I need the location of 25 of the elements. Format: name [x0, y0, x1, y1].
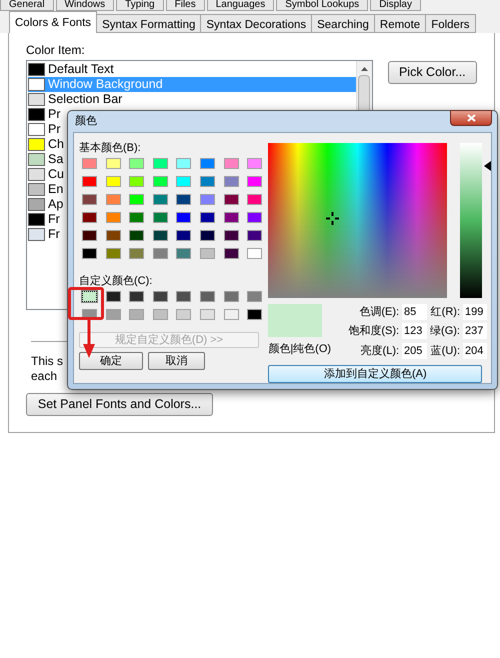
item-label: Default Text — [48, 61, 114, 78]
item-label: En — [48, 181, 64, 198]
field-label: 色调(E): — [358, 304, 400, 320]
item-label: Ch — [48, 136, 64, 154]
item-label: Sa — [48, 151, 64, 168]
description-text: each — [30, 369, 58, 384]
field-label: 亮度(L): — [360, 344, 400, 358]
field-label: 饱和度(S): — [348, 324, 400, 339]
field-label: 蓝(U): — [430, 344, 460, 358]
item-label: Fr — [48, 211, 60, 228]
field-label: 红(R): — [430, 304, 460, 320]
item-label: Selection Bar — [48, 91, 122, 108]
item-label: Window Background — [48, 76, 163, 94]
item-label: Cu — [48, 166, 64, 184]
item-label: Ap — [48, 196, 64, 214]
description-text: This s — [30, 354, 64, 369]
section-label: 自定义颜色(C): — [79, 274, 152, 286]
field-label: 绿(G): — [430, 324, 460, 339]
item-label: Pr — [48, 121, 60, 138]
dialog-title: 颜色 — [74, 114, 97, 129]
item-label: Pr — [48, 106, 60, 124]
preview-label: 颜色|纯色(O) — [268, 342, 332, 356]
field-label: Color Item: — [26, 43, 85, 57]
section-label: 基本颜色(B): — [79, 142, 141, 154]
item-label: Fr — [48, 226, 60, 244]
